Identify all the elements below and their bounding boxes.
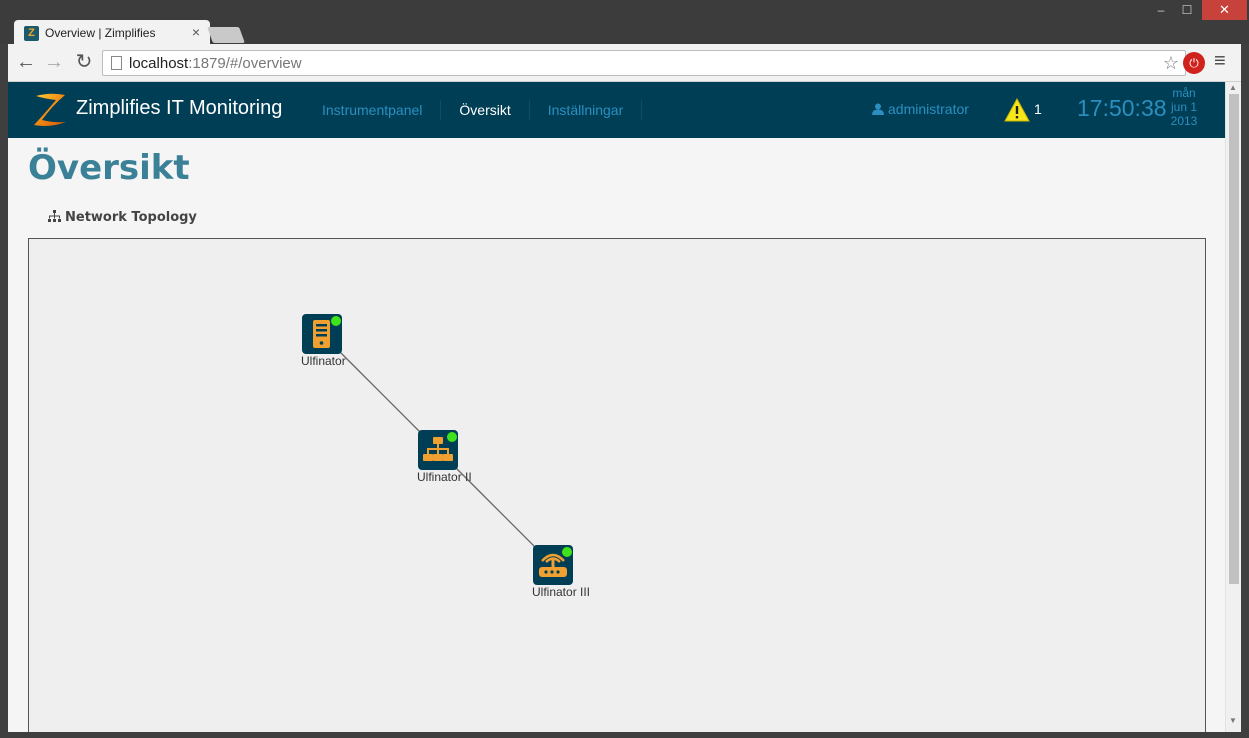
browser-toolbar: ← → ↻ localhost:1879/#/overview ☆ ⏻ ≡: [8, 44, 1241, 82]
title-bar: Z Overview | Zimplifies × – ☐ ✕: [0, 0, 1249, 46]
sitemap-icon: [48, 210, 61, 222]
tab-network-topology[interactable]: Network Topology: [48, 210, 197, 225]
scroll-down-arrow-icon[interactable]: ▼: [1229, 716, 1237, 725]
date-display: mån jun 1 2013: [1168, 86, 1200, 128]
date-daymonth: jun 1: [1170, 100, 1198, 114]
node-label: Ulfinator III: [532, 585, 591, 599]
status-online-dot: [562, 547, 572, 557]
alert-count[interactable]: 1: [1034, 101, 1042, 117]
warning-icon[interactable]: [1004, 98, 1030, 122]
menu-item-instrumentpanel[interactable]: Instrumentpanel: [304, 100, 442, 120]
section-tab-label: Network Topology: [65, 210, 197, 225]
scroll-thumb[interactable]: [1229, 94, 1239, 584]
forward-button[interactable]: →: [42, 50, 66, 74]
page-icon: [111, 56, 122, 70]
topology-canvas[interactable]: Ulfinator Ulfinator II Ulfinator III: [28, 238, 1206, 732]
status-online-dot: [331, 316, 341, 326]
zimplifies-favicon-icon: Z: [24, 26, 39, 41]
url-text: localhost:1879/#/overview: [129, 55, 302, 72]
date-day: mån: [1172, 86, 1196, 100]
main-menu: Instrumentpanel Översikt Inställningar: [304, 82, 643, 138]
back-button[interactable]: ←: [14, 50, 38, 74]
url-path: :1879/#/overview: [188, 55, 302, 72]
user-name: administrator: [888, 101, 969, 117]
menu-item-installningar[interactable]: Inställningar: [530, 100, 643, 120]
minimize-button[interactable]: –: [1148, 0, 1174, 20]
zimplifies-logo-icon: [34, 93, 66, 126]
bookmark-star-icon[interactable]: ☆: [1163, 53, 1179, 74]
tab-close-icon[interactable]: ×: [192, 24, 200, 40]
date-year: 2013: [1170, 114, 1198, 128]
user-icon: [872, 103, 884, 115]
tab-title: Overview | Zimplifies: [45, 26, 156, 40]
maximize-button[interactable]: ☐: [1174, 0, 1200, 20]
menu-item-oversikt[interactable]: Översikt: [441, 100, 530, 120]
url-host: localhost: [129, 55, 189, 72]
browser-window: Z Overview | Zimplifies × – ☐ ✕ ← → ↻ lo…: [0, 0, 1249, 738]
status-online-dot: [447, 432, 457, 442]
address-bar[interactable]: localhost:1879/#/overview ☆: [102, 50, 1186, 76]
clock: 17:50:38: [1077, 95, 1167, 121]
page-scrollbar[interactable]: ▲ ▼: [1225, 82, 1241, 732]
user-menu[interactable]: administrator: [872, 101, 969, 117]
reload-button[interactable]: ↻: [72, 50, 96, 74]
node-label: Ulfinator II: [417, 470, 472, 484]
brand-title[interactable]: Zimplifies IT Monitoring: [76, 97, 282, 120]
new-tab-button[interactable]: [207, 27, 245, 43]
scroll-up-arrow-icon[interactable]: ▲: [1229, 83, 1237, 92]
page-viewport: Zimplifies IT Monitoring Instrumentpanel…: [8, 82, 1241, 732]
edge-layer: [321, 333, 554, 566]
app-navbar: Zimplifies IT Monitoring Instrumentpanel…: [8, 82, 1225, 138]
page-title: Översikt: [28, 148, 190, 188]
browser-tab[interactable]: Z Overview | Zimplifies ×: [14, 20, 210, 46]
extension-power-icon[interactable]: ⏻: [1183, 52, 1205, 74]
node-label: Ulfinator: [301, 354, 346, 368]
close-window-button[interactable]: ✕: [1202, 0, 1247, 20]
browser-menu-icon[interactable]: ≡: [1214, 50, 1226, 73]
